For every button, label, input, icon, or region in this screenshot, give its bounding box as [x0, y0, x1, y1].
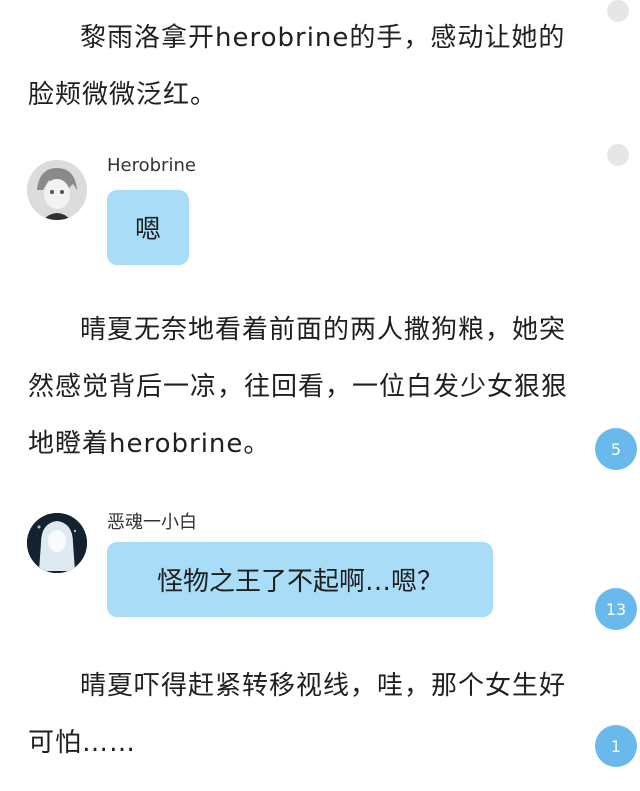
story-paragraph: 晴夏吓得赶紧转移视线，哇，那个女生好可怕…… [28, 671, 567, 758]
story-paragraph: 黎雨洛拿开herobrine的手，感动让她的脸颊微微泛红。 [28, 23, 566, 110]
chat-bubble: 嗯 [107, 190, 189, 265]
comment-count-badge[interactable]: 1 [595, 725, 637, 767]
chat-message: 嗯 [134, 215, 161, 245]
avatar[interactable] [27, 513, 87, 573]
ghost-girl-avatar-icon [27, 513, 87, 573]
chat-sender-name: 恶魂一小白 [107, 512, 197, 533]
comment-dot-icon[interactable] [607, 144, 629, 166]
comment-count-badge[interactable]: 5 [595, 428, 637, 470]
comment-dot-icon[interactable] [607, 0, 629, 22]
anime-boy-avatar-icon [27, 160, 87, 220]
chat-bubble: 怪物之王了不起啊…嗯？ [107, 542, 493, 617]
avatar[interactable] [27, 160, 87, 220]
story-paragraph: 晴夏无奈地看着前面的两人撒狗粮，她突然感觉背后一凉，往回看，一位白发少女狠狠地瞪… [28, 315, 569, 459]
comment-count-badge[interactable]: 13 [595, 588, 637, 630]
chat-message: 怪物之王了不起啊…嗯？ [156, 567, 443, 597]
chat-sender-name: Herobrine [107, 155, 196, 176]
